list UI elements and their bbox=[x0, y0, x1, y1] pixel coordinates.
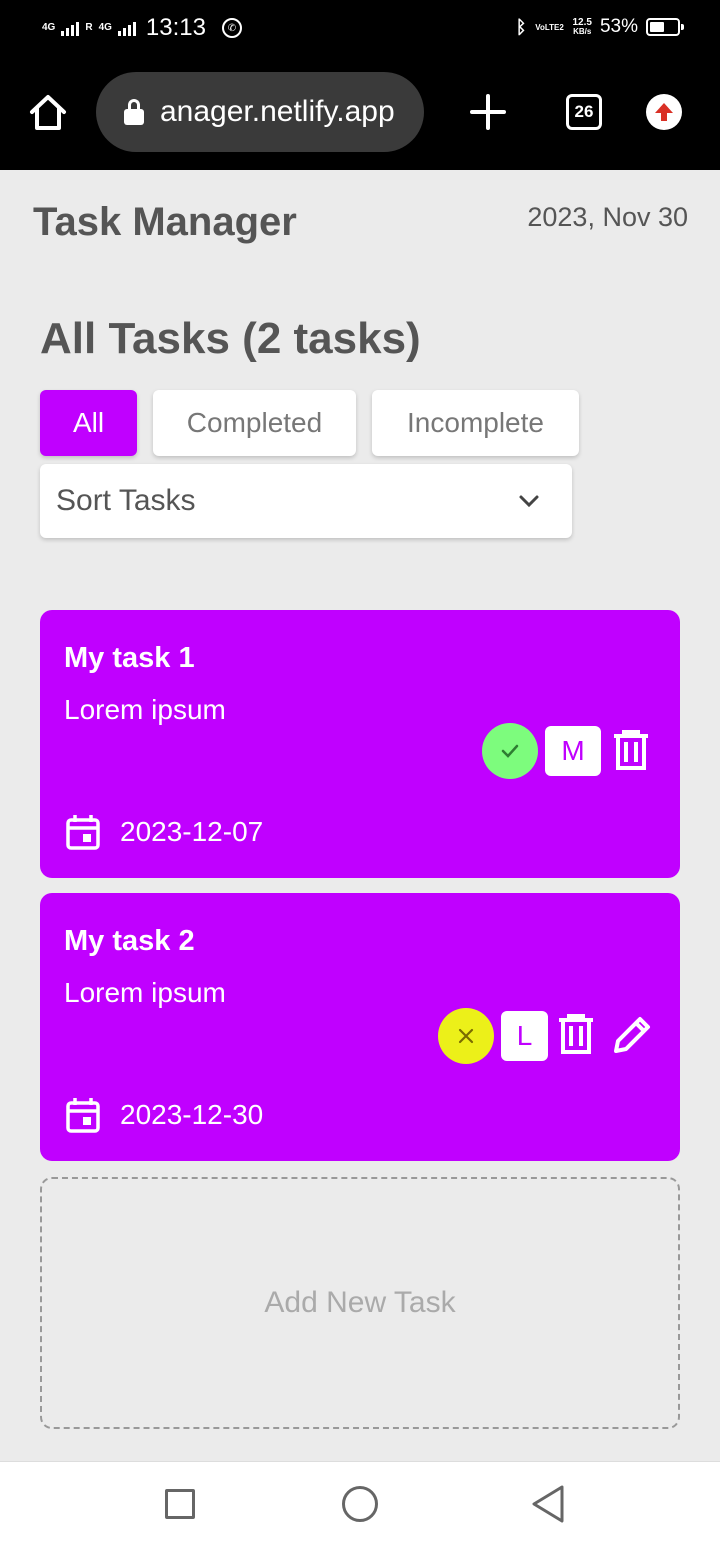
browser-toolbar: anager.netlify.app 26 bbox=[0, 58, 720, 170]
roaming-indicator: R bbox=[85, 22, 93, 33]
lock-icon bbox=[124, 99, 144, 125]
filter-incomplete-button[interactable]: Incomplete bbox=[372, 390, 579, 456]
address-bar[interactable]: anager.netlify.app bbox=[96, 72, 424, 152]
task-title: My task 1 bbox=[64, 642, 195, 674]
toggle-complete-button[interactable] bbox=[482, 723, 538, 779]
signal-icon bbox=[61, 20, 80, 36]
url-text: anager.netlify.app bbox=[160, 95, 395, 128]
new-tab-icon[interactable] bbox=[466, 90, 510, 134]
update-button[interactable] bbox=[646, 94, 682, 130]
trash-icon[interactable] bbox=[612, 730, 650, 770]
sort-tasks-select[interactable]: Sort Tasks bbox=[40, 464, 572, 538]
task-description: Lorem ipsum bbox=[64, 977, 226, 1008]
network-speed: 12.5 KB/s bbox=[572, 17, 592, 37]
home-icon[interactable] bbox=[28, 92, 68, 132]
battery-icon bbox=[646, 18, 684, 36]
calendar-icon bbox=[66, 815, 100, 850]
clock: 13:13 bbox=[145, 14, 206, 41]
task-date-row: 2023-12-07 bbox=[66, 814, 263, 850]
add-new-task-label: Add New Task bbox=[264, 1286, 456, 1319]
whatsapp-icon: ✆ bbox=[221, 18, 242, 38]
back-icon[interactable] bbox=[530, 1484, 566, 1524]
current-date: 2023, Nov 30 bbox=[527, 202, 688, 232]
sort-tasks-label: Sort Tasks bbox=[56, 484, 196, 517]
arrow-up-icon bbox=[655, 103, 673, 121]
task-description: Lorem ipsum bbox=[64, 694, 226, 725]
task-date: 2023-12-07 bbox=[120, 816, 264, 847]
task-card: My task 1 Lorem ipsum M 2023-12-07 bbox=[40, 610, 680, 878]
home-nav-icon[interactable] bbox=[342, 1486, 378, 1522]
task-title: My task 2 bbox=[64, 925, 195, 957]
trash-icon[interactable] bbox=[557, 1014, 595, 1054]
filter-completed-button[interactable]: Completed bbox=[153, 390, 356, 456]
page-title: All Tasks (2 tasks) bbox=[40, 314, 421, 363]
add-new-task-button[interactable]: Add New Task bbox=[40, 1177, 680, 1429]
priority-badge[interactable]: M bbox=[545, 726, 601, 776]
battery-percent: 53% bbox=[599, 16, 638, 37]
status-bar: 4G R 4G 13:13 ✆ ᛒ VoLTE2 12.5 KB/s 53% bbox=[0, 0, 720, 58]
tab-switcher-button[interactable]: 26 bbox=[566, 94, 602, 130]
filter-all-button[interactable]: All bbox=[40, 390, 137, 456]
pencil-icon[interactable] bbox=[610, 1013, 654, 1057]
task-date-row: 2023-12-30 bbox=[66, 1097, 263, 1133]
tab-count: 26 bbox=[574, 102, 594, 121]
bluetooth-icon: ᛒ bbox=[515, 16, 527, 37]
check-icon bbox=[501, 744, 519, 758]
chevron-down-icon bbox=[519, 495, 539, 508]
calendar-icon bbox=[66, 1098, 100, 1133]
priority-badge[interactable]: L bbox=[501, 1011, 548, 1061]
app-title: Task Manager bbox=[33, 200, 297, 244]
task-date: 2023-12-30 bbox=[120, 1099, 264, 1130]
network-type-left: 4G bbox=[42, 22, 56, 33]
recent-apps-icon[interactable] bbox=[165, 1489, 195, 1519]
volte-indicator: VoLTE2 bbox=[535, 22, 564, 32]
close-icon bbox=[458, 1028, 474, 1044]
system-nav-bar bbox=[0, 1461, 720, 1544]
task-card: My task 2 Lorem ipsum L 2023-12-30 bbox=[40, 893, 680, 1161]
network-type-right: 4G bbox=[98, 22, 112, 33]
signal-icon-2 bbox=[117, 20, 136, 36]
toggle-complete-button[interactable] bbox=[438, 1008, 494, 1064]
